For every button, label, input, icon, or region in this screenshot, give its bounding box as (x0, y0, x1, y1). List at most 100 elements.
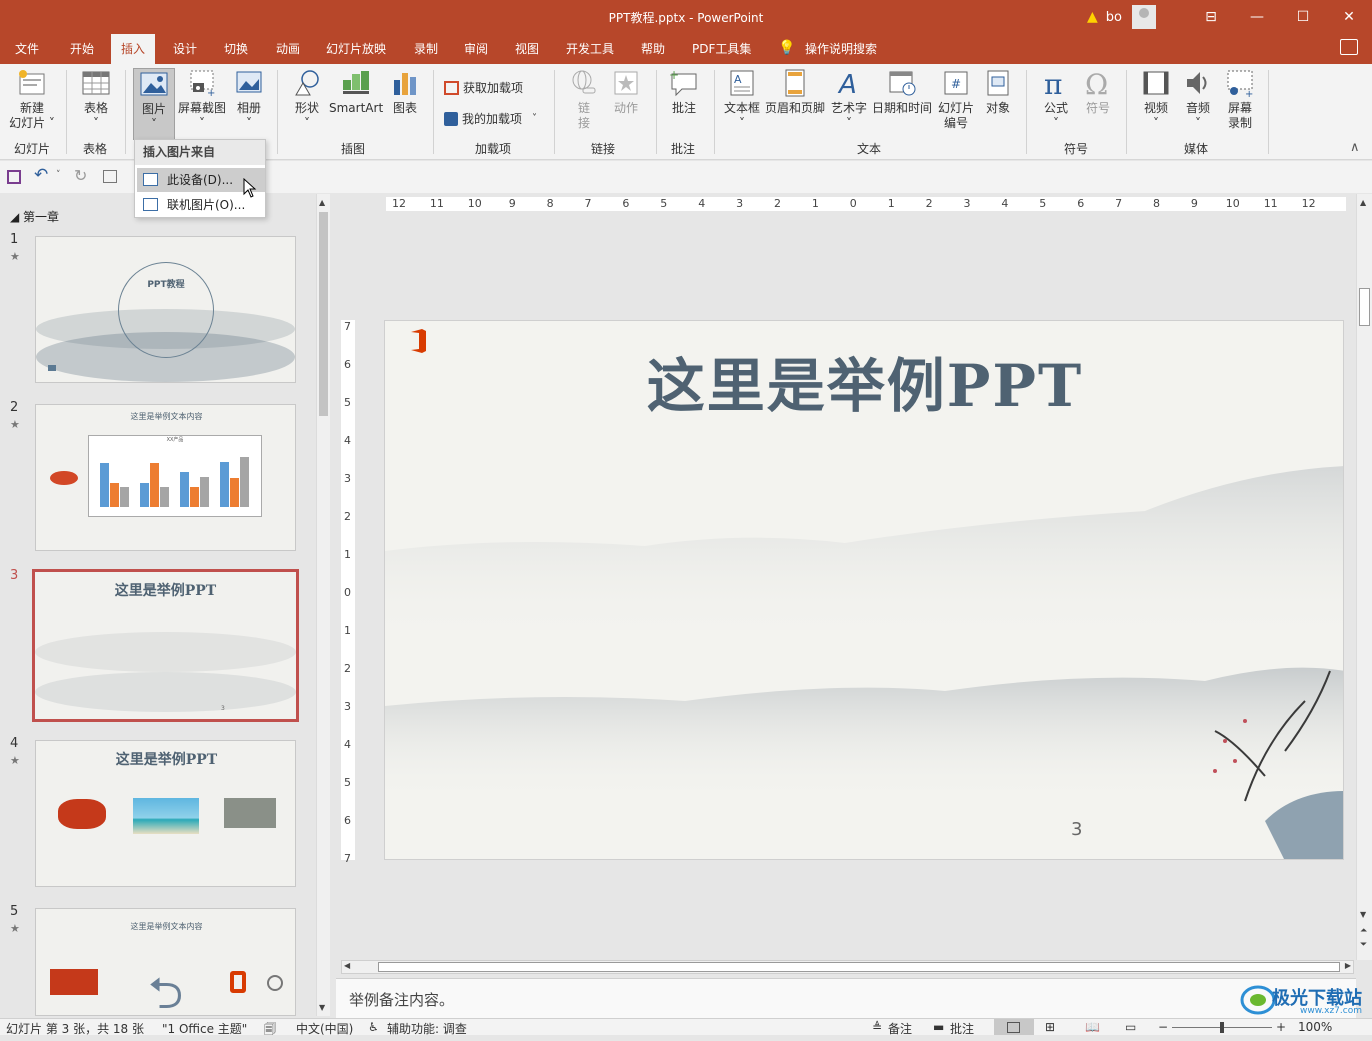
comments-pane-icon[interactable] (1340, 39, 1358, 55)
zoom-out-button[interactable]: − (1158, 1020, 1168, 1034)
tab-record[interactable]: 录制 (404, 34, 448, 64)
object-icon (987, 70, 1009, 96)
omega-icon: Ω (1085, 68, 1108, 98)
slide-title[interactable]: 这里是举例PPT (385, 339, 1343, 423)
slide-position: 幻灯片 第 3 张，共 18 张 (6, 1022, 144, 1036)
tab-review[interactable]: 审阅 (454, 34, 498, 64)
header-footer-button[interactable]: 页眉和页脚 (764, 68, 826, 116)
tab-pdf-tools[interactable]: PDF工具集 (682, 34, 761, 64)
tab-slideshow[interactable]: 幻灯片放映 (316, 34, 396, 64)
slide-sorter-icon[interactable]: ⊞ (1045, 1020, 1055, 1034)
smartart-button[interactable]: SmartArt (329, 68, 383, 116)
tab-animations[interactable]: 动画 (266, 34, 310, 64)
group-text-label: 文本 (857, 142, 882, 156)
audio-button[interactable]: 音频 ˅ (1180, 68, 1216, 131)
ribbon-display-options-button[interactable]: ⊟ (1188, 0, 1234, 34)
previous-slide-icon[interactable]: ⏶ (1360, 926, 1367, 936)
tab-view[interactable]: 视图 (505, 34, 549, 64)
slide-number-button[interactable]: # 幻灯片 编号 (936, 68, 976, 131)
slide-thumbnail-1[interactable]: PPT教程 (35, 236, 296, 383)
comment-button[interactable]: + 批注 (666, 68, 702, 116)
slide-page-number[interactable]: 3 (1071, 819, 1082, 840)
user-name[interactable]: bo (1106, 10, 1122, 25)
shapes-button[interactable]: 形状 ˅ (288, 68, 326, 131)
svg-text:Ω: Ω (1085, 68, 1108, 98)
slide-thumbnail-4[interactable]: 这里是举例PPT (35, 740, 296, 887)
tell-me-search[interactable]: 操作说明搜索 (795, 34, 887, 64)
thumbnail-pane: ◢ 第一章 1 ★ PPT教程 2 ★ 这里是举例文本内容 XX产品 3 这里是… (0, 194, 318, 1016)
notes-toggle-icon[interactable]: ≜ (872, 1020, 882, 1034)
maximize-button[interactable]: ☐ (1280, 0, 1326, 34)
textbox-button[interactable]: A 文本框 ˅ (722, 68, 762, 131)
my-addins-button[interactable]: 我的加载项 ˅ (444, 110, 537, 127)
zoom-in-button[interactable]: + (1276, 1020, 1286, 1034)
link-button[interactable]: 链 接 (566, 68, 602, 131)
office-logo-icon (230, 971, 246, 993)
accessibility-status[interactable]: 辅助功能: 调查 (387, 1020, 467, 1037)
dropdown-header: 插入图片来自 (135, 140, 265, 165)
video-button[interactable]: 视频 ˅ (1137, 68, 1175, 131)
object-button[interactable]: 对象 (980, 68, 1016, 116)
notes-pane[interactable]: 举例备注内容。 (336, 978, 1356, 1018)
redo-icon[interactable]: ↻ (74, 166, 87, 185)
collapse-ribbon-icon[interactable]: ∧ (1350, 140, 1360, 155)
slide-thumbnail-5[interactable]: 这里是举例文本内容 ⮌ (35, 908, 296, 1016)
slide-thumbnail-2[interactable]: 这里是举例文本内容 XX产品 (35, 404, 296, 551)
minimize-button[interactable]: — (1234, 0, 1280, 34)
from-beginning-icon[interactable] (103, 170, 117, 183)
comments-toggle-icon[interactable]: ▬ (933, 1020, 944, 1034)
close-button[interactable]: ✕ (1326, 0, 1372, 34)
zoom-slider-thumb[interactable] (1220, 1022, 1224, 1033)
chart-button[interactable]: 图表 (389, 68, 421, 116)
table-button[interactable]: 表格 ˅ (76, 68, 116, 131)
photo-album-button[interactable]: 相册 ˅ (232, 68, 266, 131)
reading-view-icon[interactable]: 📖 (1085, 1020, 1100, 1034)
get-addins-button[interactable]: 获取加载项 (444, 79, 523, 96)
notes-text[interactable]: 举例备注内容。 (349, 991, 454, 1009)
avatar[interactable] (1132, 5, 1156, 29)
screenshot-button[interactable]: + 屏幕截图 ˅ (177, 68, 227, 131)
next-slide-icon[interactable]: ⏷ (1360, 940, 1367, 950)
new-slide-button[interactable]: 新建 幻灯片 ˅ (6, 68, 58, 131)
symbol-button[interactable]: Ω 符号 (1080, 68, 1116, 116)
slide-number-1: 1 (10, 232, 19, 247)
section-header[interactable]: ◢ 第一章 (10, 208, 59, 225)
watermark-logo-icon (1240, 985, 1276, 1015)
thumbnail-scrollbar[interactable]: ▲ ▼ (316, 194, 330, 1016)
picture-button[interactable]: 图片 ˅ (133, 68, 175, 140)
slide-thumbnail-3[interactable]: 这里是举例PPT 3 (32, 569, 299, 722)
editor-vertical-scrollbar[interactable]: ▲ ▼ ⏶ ⏷ (1356, 194, 1372, 960)
notes-toggle-button[interactable]: 备注 (888, 1020, 912, 1037)
editor-horizontal-scrollbar[interactable]: ◀ ▶ (341, 960, 1354, 974)
action-button[interactable]: 动作 (608, 68, 644, 116)
save-icon[interactable] (7, 170, 21, 184)
tab-insert[interactable]: 插入 (111, 34, 156, 64)
tab-help[interactable]: 帮助 (631, 34, 675, 64)
tab-developer[interactable]: 开发工具 (556, 34, 624, 64)
svg-text:+: + (207, 88, 215, 98)
equation-button[interactable]: π 公式 ˅ (1036, 68, 1076, 131)
undo-dropdown-icon[interactable]: ˅ (56, 170, 61, 180)
undo-icon[interactable]: ↶ (34, 165, 48, 185)
ruler-tick-label: 9 (1190, 197, 1198, 210)
tab-file[interactable]: 文件 (5, 34, 49, 64)
date-time-button[interactable]: 日期和时间 (871, 68, 933, 116)
ppt-gray-icon (224, 798, 276, 828)
wordart-button[interactable]: A 艺术字 ˅ (829, 68, 869, 131)
slideshow-view-icon[interactable]: ▭ (1125, 1020, 1136, 1034)
tab-design[interactable]: 设计 (163, 34, 207, 64)
tab-home[interactable]: 开始 (60, 34, 104, 64)
accessibility-icon[interactable]: ♿ (368, 1020, 379, 1034)
ruler-tick-label: 8 (1153, 197, 1160, 210)
spelling-icon[interactable]: 🗐 (264, 1020, 276, 1041)
table-icon (82, 71, 110, 95)
current-slide[interactable]: 这里是举例PPT 3 (384, 320, 1344, 860)
ruler-tick-label: 5 (660, 197, 668, 210)
tab-transitions[interactable]: 切换 (214, 34, 258, 64)
ruler-tick-label: 1 (887, 197, 895, 210)
screen-record-button[interactable]: + 屏幕 录制 (1222, 68, 1258, 131)
warning-icon[interactable]: ▲ (1087, 9, 1098, 25)
language[interactable]: 中文(中国) (296, 1020, 353, 1037)
zoom-level[interactable]: 100% (1298, 1020, 1332, 1034)
comments-toggle-button[interactable]: 批注 (950, 1020, 974, 1037)
